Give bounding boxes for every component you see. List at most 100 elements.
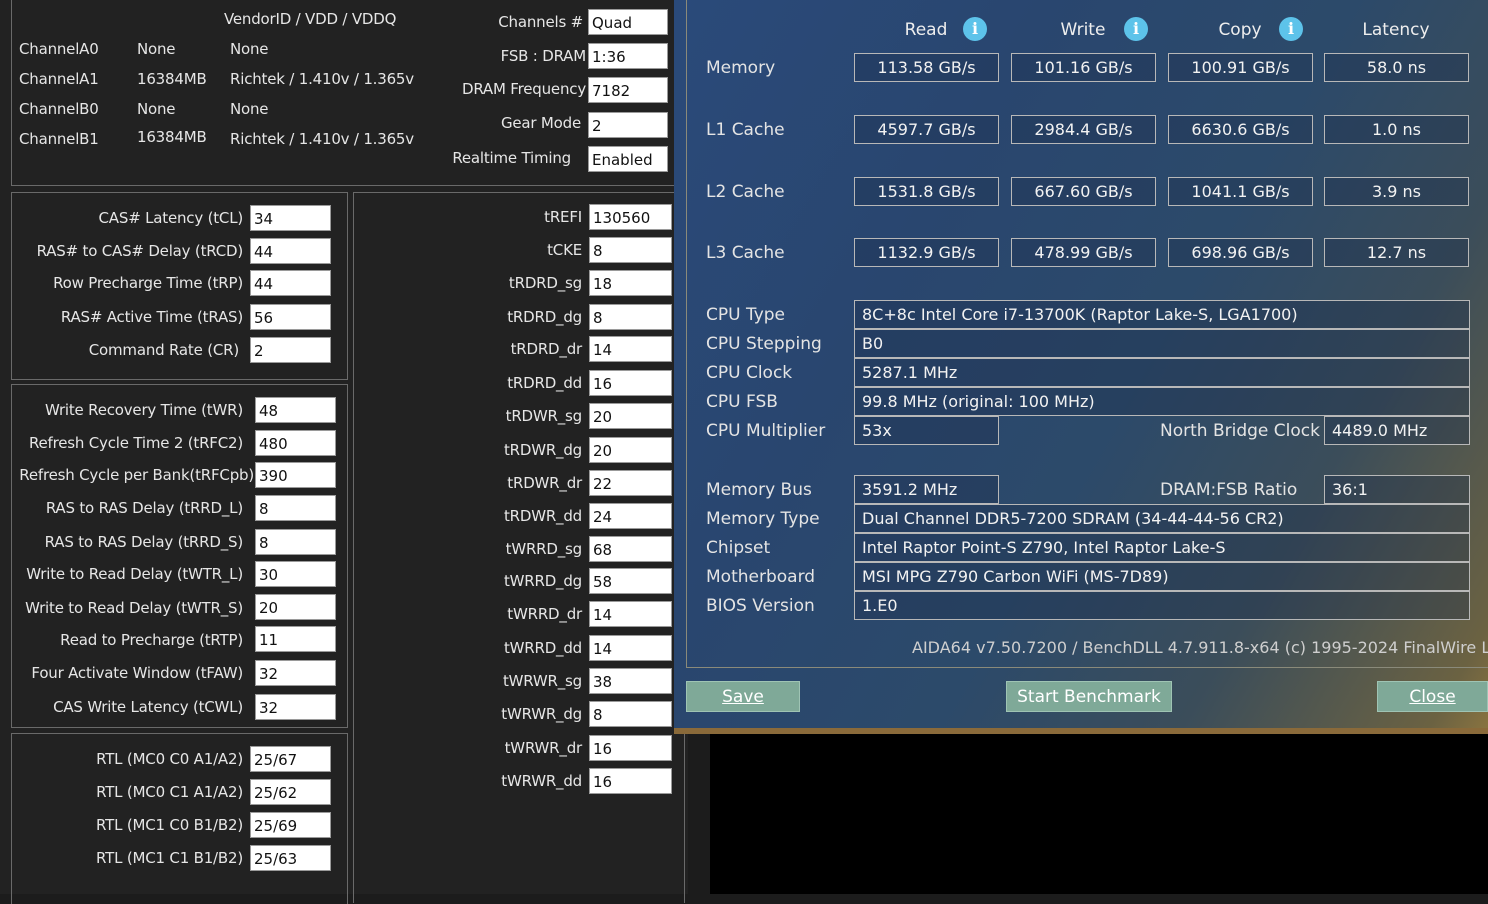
cpu-stepping-label: CPU Stepping bbox=[706, 334, 822, 354]
tertiary-timing-label: tWRRD_dr bbox=[507, 605, 582, 623]
tertiary-timing-field[interactable]: 14 bbox=[589, 635, 672, 661]
tertiary-timing-label: tWRWR_dg bbox=[501, 705, 582, 723]
twtr-s-field[interactable]: 20 bbox=[255, 594, 336, 620]
memory-bus-label: Memory Bus bbox=[706, 480, 812, 500]
l2-latency-value: 3.9 ns bbox=[1324, 177, 1469, 206]
tertiary-timing-label: tWRWR_dr bbox=[504, 739, 583, 757]
tertiary-timing-field[interactable]: 16 bbox=[589, 768, 672, 794]
memory-write-value: 101.16 GB/s bbox=[1011, 53, 1156, 82]
trtp-field[interactable]: 11 bbox=[255, 626, 336, 652]
timing-label: RTL (MC0 C0 A1/A2) bbox=[96, 750, 243, 768]
tcl-field[interactable]: 34 bbox=[250, 205, 331, 231]
trp-field[interactable]: 44 bbox=[250, 270, 331, 296]
tertiary-timing-field[interactable]: 24 bbox=[589, 503, 672, 529]
trrd-l-field[interactable]: 8 bbox=[255, 495, 336, 521]
rtl-field[interactable]: 25/63 bbox=[250, 845, 331, 871]
close-button[interactable]: Close bbox=[1377, 681, 1488, 712]
tertiary-timing-field[interactable]: 38 bbox=[589, 668, 672, 694]
tfaw-field[interactable]: 32 bbox=[255, 660, 336, 686]
l2-copy-value: 1041.1 GB/s bbox=[1168, 177, 1313, 206]
tertiary-timing-field[interactable]: 20 bbox=[589, 437, 672, 463]
tertiary-timing-field[interactable]: 8 bbox=[589, 304, 672, 330]
cr-field[interactable]: 2 bbox=[250, 337, 331, 363]
timing-label: Command Rate (CR) bbox=[88, 341, 239, 359]
tertiary-timing-label: tCKE bbox=[547, 241, 582, 259]
row-label-l1: L1 Cache bbox=[706, 120, 785, 140]
save-button-label: Save bbox=[722, 687, 764, 707]
tertiary-timing-field[interactable]: 8 bbox=[589, 237, 672, 263]
tertiary-timing-field[interactable]: 14 bbox=[589, 601, 672, 627]
timing-label: Row Precharge Time (tRP) bbox=[53, 274, 243, 292]
tertiary-timing-field[interactable]: 18 bbox=[589, 270, 672, 296]
copy-info-icon[interactable]: i bbox=[1279, 17, 1303, 41]
chipset-value: Intel Raptor Point-S Z790, Intel Raptor … bbox=[854, 533, 1470, 562]
cpu-clock-value: 5287.1 MHz bbox=[854, 358, 1470, 387]
cpu-stepping-value: B0 bbox=[854, 329, 1470, 358]
twr-field[interactable]: 48 bbox=[255, 397, 336, 423]
rtl-field[interactable]: 25/62 bbox=[250, 779, 331, 805]
tras-field[interactable]: 56 bbox=[250, 304, 331, 330]
timing-label: Refresh Cycle per Bank(tRFCpb) bbox=[19, 466, 254, 484]
header-latency: Latency bbox=[1362, 20, 1430, 40]
channel-info-frame bbox=[11, 0, 687, 186]
timing-label: Write Recovery Time (tWR) bbox=[44, 401, 243, 419]
tertiary-timing-label: tWRRD_dd bbox=[503, 639, 582, 657]
tertiary-timing-field[interactable]: 20 bbox=[589, 403, 672, 429]
timing-label: RTL (MC0 C1 A1/A2) bbox=[96, 783, 243, 801]
frame-line bbox=[686, 667, 1488, 668]
l1-write-value: 2984.4 GB/s bbox=[1011, 115, 1156, 144]
tcwl-field[interactable]: 32 bbox=[255, 694, 336, 720]
cpu-multiplier-label: CPU Multiplier bbox=[706, 421, 826, 441]
cpu-type-label: CPU Type bbox=[706, 305, 786, 325]
tertiary-timing-label: tRDRD_dd bbox=[507, 374, 582, 392]
timing-label: RAS# Active Time (tRAS) bbox=[60, 308, 243, 326]
write-info-icon[interactable]: i bbox=[1124, 17, 1148, 41]
tertiary-timing-label: tWRWR_sg bbox=[502, 672, 582, 690]
twtr-l-field[interactable]: 30 bbox=[255, 561, 336, 587]
l1-latency-value: 1.0 ns bbox=[1324, 115, 1469, 144]
timing-label: RTL (MC1 C0 B1/B2) bbox=[96, 816, 243, 834]
tertiary-timing-field[interactable]: 58 bbox=[589, 568, 672, 594]
tertiary-timing-field[interactable]: 14 bbox=[589, 336, 672, 362]
tertiary-timing-label: tREFI bbox=[544, 208, 582, 226]
background bbox=[688, 734, 710, 894]
tertiary-timing-label: tRDWR_dr bbox=[507, 474, 582, 492]
bios-version-label: BIOS Version bbox=[706, 596, 815, 616]
desktop-area bbox=[710, 734, 1488, 894]
cpu-multiplier-value: 53x bbox=[854, 416, 999, 445]
rtl-field[interactable]: 25/69 bbox=[250, 812, 331, 838]
trcd-field[interactable]: 44 bbox=[250, 238, 331, 264]
timing-label: RAS# to CAS# Delay (tRCD) bbox=[36, 242, 244, 260]
tertiary-timing-label: tRDRD_dg bbox=[507, 308, 582, 326]
tertiary-timing-label: tWRRD_sg bbox=[505, 540, 583, 558]
timing-label: Refresh Cycle Time 2 (tRFC2) bbox=[28, 434, 243, 452]
timing-label: Write to Read Delay (tWTR_L) bbox=[26, 565, 243, 583]
trfc2-field[interactable]: 480 bbox=[255, 430, 336, 456]
tertiary-timing-field[interactable]: 16 bbox=[589, 370, 672, 396]
tertiary-timing-field[interactable]: 8 bbox=[589, 701, 672, 727]
memory-type-label: Memory Type bbox=[706, 509, 820, 529]
memory-read-value: 113.58 GB/s bbox=[854, 53, 999, 82]
tertiary-timing-label: tRDWR_dd bbox=[503, 507, 582, 525]
rtl-field[interactable]: 25/67 bbox=[250, 746, 331, 772]
tertiary-timing-field[interactable]: 22 bbox=[589, 470, 672, 496]
start-benchmark-button[interactable]: Start Benchmark bbox=[1006, 681, 1172, 712]
nb-clock-label: North Bridge Clock bbox=[1160, 421, 1320, 441]
trrd-s-field[interactable]: 8 bbox=[255, 529, 336, 555]
trfcpb-field[interactable]: 390 bbox=[255, 462, 336, 488]
dram-fsb-ratio-label: DRAM:FSB Ratio bbox=[1160, 480, 1298, 500]
timing-label: Read to Precharge (tRTP) bbox=[60, 631, 243, 649]
read-info-icon[interactable]: i bbox=[963, 17, 987, 41]
timing-label: Four Activate Window (tFAW) bbox=[31, 664, 243, 682]
tertiary-timing-field[interactable]: 130560 bbox=[589, 204, 672, 230]
nb-clock-value: 4489.0 MHz bbox=[1324, 416, 1470, 445]
chipset-label: Chipset bbox=[706, 538, 771, 558]
tertiary-timing-field[interactable]: 16 bbox=[589, 735, 672, 761]
save-button[interactable]: Save bbox=[686, 681, 800, 712]
row-label-l2: L2 Cache bbox=[706, 182, 785, 202]
timing-label: CAS Write Latency (tCWL) bbox=[53, 698, 243, 716]
row-label-memory: Memory bbox=[706, 58, 776, 78]
tertiary-timing-field[interactable]: 68 bbox=[589, 536, 672, 562]
tertiary-timing-label: tRDWR_sg bbox=[505, 407, 583, 425]
timing-label: RTL (MC1 C1 B1/B2) bbox=[96, 849, 243, 867]
